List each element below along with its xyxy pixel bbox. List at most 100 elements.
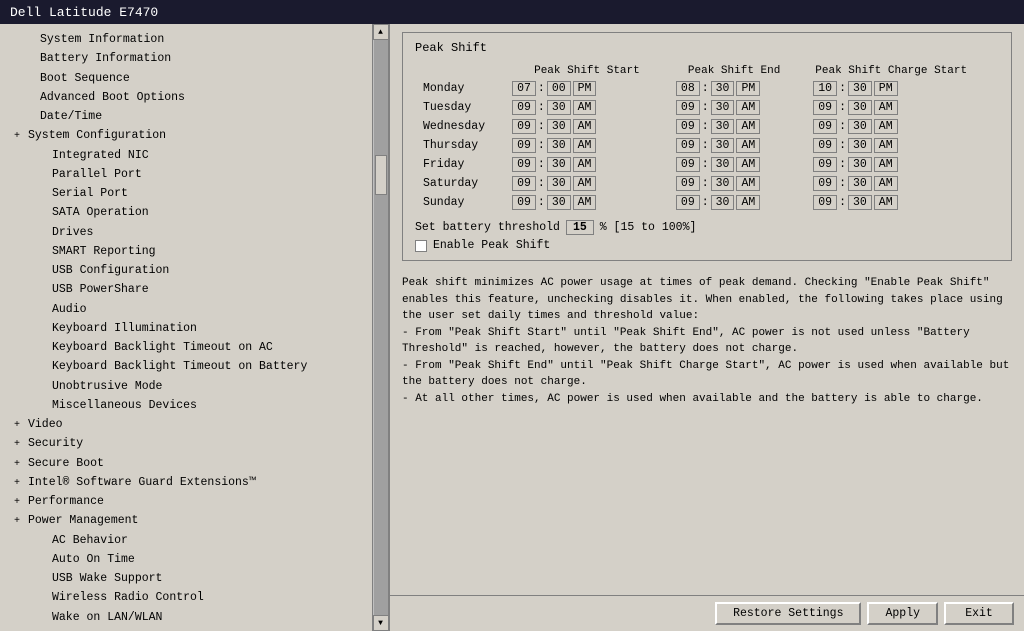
start-hour[interactable]: 09 [512,119,536,134]
sidebar-item-performance[interactable]: + Performance [0,492,372,511]
sidebar-item-misc-devices[interactable]: Miscellaneous Devices [0,396,372,415]
start-ampm[interactable]: AM [573,119,597,134]
sidebar-item-sata-operation[interactable]: SATA Operation [0,203,372,222]
start-time-cell[interactable]: 09 : 30 AM [504,174,668,193]
charge-min[interactable]: 30 [848,138,872,153]
start-time-cell[interactable]: 09 : 30 AM [504,117,668,136]
start-min[interactable]: 30 [547,157,571,172]
charge-time-cell[interactable]: 09 : 30 AM [805,98,999,117]
sidebar-item-usb-wake[interactable]: USB Wake Support [0,569,372,588]
charge-time-cell[interactable]: 09 : 30 AM [805,155,999,174]
end-min[interactable]: 30 [711,138,735,153]
start-time-cell[interactable]: 09 : 30 AM [504,136,668,155]
start-ampm[interactable]: PM [573,81,597,96]
charge-min[interactable]: 30 [848,195,872,210]
end-time-cell[interactable]: 09 : 30 AM [668,155,805,174]
charge-hour[interactable]: 09 [813,119,837,134]
start-ampm[interactable]: AM [573,100,597,115]
sidebar-item-unobtrusive[interactable]: Unobtrusive Mode [0,377,372,396]
charge-hour[interactable]: 09 [813,157,837,172]
start-time-cell[interactable]: 09 : 30 AM [504,98,668,117]
start-time-cell[interactable]: 09 : 30 AM [504,193,668,212]
charge-min[interactable]: 30 [848,100,872,115]
sidebar-item-advanced-boot[interactable]: Advanced Boot Options [0,88,372,107]
sidebar-item-intel-sge[interactable]: + Intel® Software Guard Extensions™ [0,473,372,492]
charge-hour[interactable]: 09 [813,100,837,115]
start-min[interactable]: 30 [547,119,571,134]
sidebar-item-boot-sequence[interactable]: Boot Sequence [0,69,372,88]
charge-ampm[interactable]: AM [874,138,898,153]
sidebar-item-smart-reporting[interactable]: SMART Reporting [0,242,372,261]
charge-time-cell[interactable]: 09 : 30 AM [805,174,999,193]
sidebar-item-drives[interactable]: Drives [0,223,372,242]
end-hour[interactable]: 09 [676,119,700,134]
sidebar-item-keyboard-backlight-bat[interactable]: Keyboard Backlight Timeout on Battery [0,357,372,376]
charge-time-cell[interactable]: 09 : 30 AM [805,117,999,136]
start-ampm[interactable]: AM [573,138,597,153]
sidebar-item-keyboard-illum[interactable]: Keyboard Illumination [0,319,372,338]
charge-time-cell[interactable]: 10 : 30 PM [805,79,999,98]
sidebar-item-secure-boot[interactable]: + Secure Boot [0,454,372,473]
charge-min[interactable]: 30 [848,176,872,191]
sidebar-item-security[interactable]: + Security [0,434,372,453]
start-ampm[interactable]: AM [573,176,597,191]
start-min[interactable]: 00 [547,81,571,96]
start-hour[interactable]: 09 [512,138,536,153]
end-ampm[interactable]: AM [736,176,760,191]
start-time-cell[interactable]: 07 : 00 PM [504,79,668,98]
start-hour[interactable]: 07 [512,81,536,96]
scroll-thumb[interactable] [375,155,387,195]
scroll-up-btn[interactable]: ▲ [373,24,389,40]
end-hour[interactable]: 09 [676,100,700,115]
start-min[interactable]: 30 [547,138,571,153]
start-ampm[interactable]: AM [573,195,597,210]
sidebar-item-auto-on-time[interactable]: Auto On Time [0,550,372,569]
start-min[interactable]: 30 [547,176,571,191]
end-min[interactable]: 30 [711,195,735,210]
end-hour[interactable]: 09 [676,138,700,153]
charge-hour[interactable]: 09 [813,176,837,191]
scrollbar[interactable]: ▲ ▼ [372,24,388,631]
start-min[interactable]: 30 [547,100,571,115]
sidebar-item-integrated-nic[interactable]: Integrated NIC [0,146,372,165]
end-min[interactable]: 30 [711,81,735,96]
start-ampm[interactable]: AM [573,157,597,172]
sidebar-item-video[interactable]: + Video [0,415,372,434]
sidebar-item-system-config[interactable]: + System Configuration [0,126,372,145]
sidebar-item-usb-config[interactable]: USB Configuration [0,261,372,280]
charge-min[interactable]: 30 [848,81,872,96]
end-hour[interactable]: 09 [676,195,700,210]
end-hour[interactable]: 09 [676,176,700,191]
end-min[interactable]: 30 [711,176,735,191]
start-min[interactable]: 30 [547,195,571,210]
charge-ampm[interactable]: AM [874,195,898,210]
sidebar-item-date-time[interactable]: Date/Time [0,107,372,126]
sidebar-item-wireless-radio[interactable]: Wireless Radio Control [0,588,372,607]
end-ampm[interactable]: AM [736,138,760,153]
charge-ampm[interactable]: AM [874,157,898,172]
charge-min[interactable]: 30 [848,157,872,172]
charge-time-cell[interactable]: 09 : 30 AM [805,136,999,155]
sidebar-item-parallel-port[interactable]: Parallel Port [0,165,372,184]
end-ampm[interactable]: AM [736,195,760,210]
charge-hour[interactable]: 09 [813,195,837,210]
end-ampm[interactable]: AM [736,157,760,172]
sidebar-item-keyboard-backlight-ac[interactable]: Keyboard Backlight Timeout on AC [0,338,372,357]
end-time-cell[interactable]: 09 : 30 AM [668,117,805,136]
charge-hour[interactable]: 10 [813,81,837,96]
end-time-cell[interactable]: 08 : 30 PM [668,79,805,98]
start-hour[interactable]: 09 [512,100,536,115]
enable-peak-shift-checkbox[interactable] [415,240,427,252]
end-hour[interactable]: 09 [676,157,700,172]
sidebar-item-usb-powershare[interactable]: USB PowerShare [0,280,372,299]
start-hour[interactable]: 09 [512,176,536,191]
scroll-down-btn[interactable]: ▼ [373,615,389,631]
sidebar-item-audio[interactable]: Audio [0,300,372,319]
end-ampm[interactable]: PM [736,81,760,96]
end-ampm[interactable]: AM [736,100,760,115]
charge-min[interactable]: 30 [848,119,872,134]
charge-ampm[interactable]: PM [874,81,898,96]
charge-ampm[interactable]: AM [874,119,898,134]
sidebar-item-system-info[interactable]: System Information [0,30,372,49]
end-hour[interactable]: 08 [676,81,700,96]
